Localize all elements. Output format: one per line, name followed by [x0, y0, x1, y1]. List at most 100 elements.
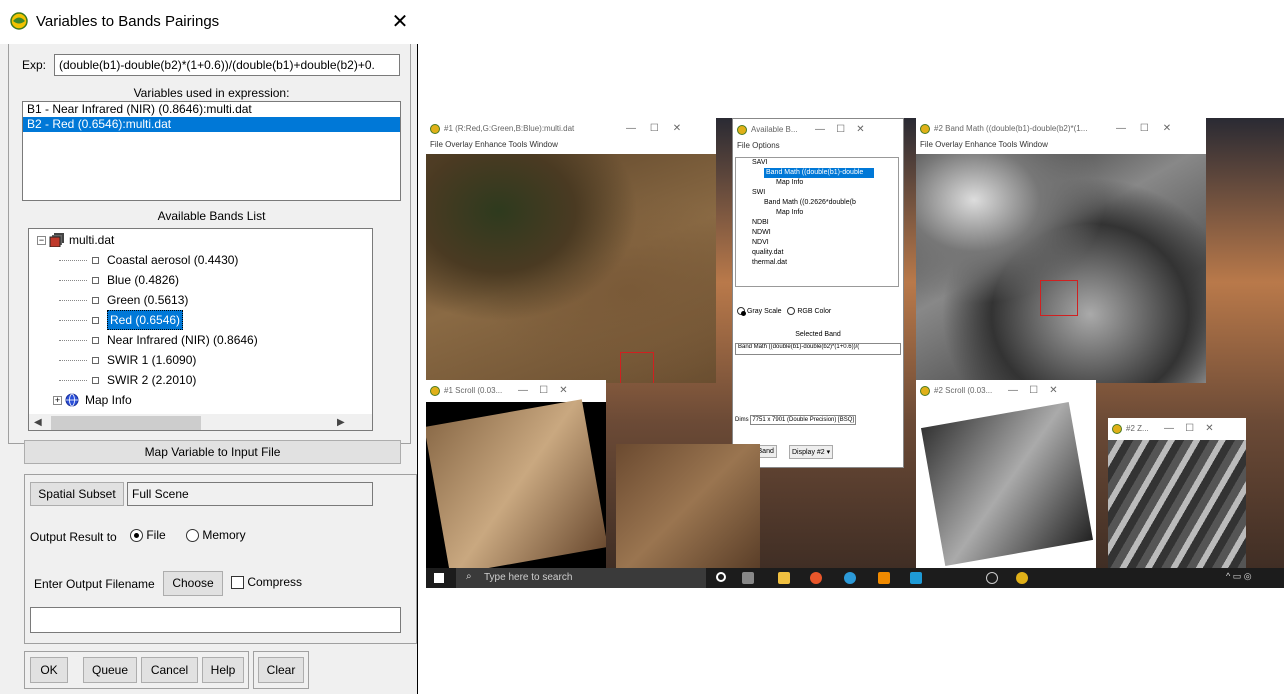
radio-selected-icon[interactable]: [130, 529, 143, 543]
output-filename-field[interactable]: [30, 607, 401, 633]
windows-taskbar: Type here to search ⌕ ^ ▭ ◎: [426, 568, 1284, 588]
tree-file-node[interactable]: − multi.dat: [37, 231, 114, 249]
scroll2-window: #2 Scroll (0.03... — ☐ ✕: [916, 380, 1096, 570]
available-bands-window: Available B... — ☐ ✕ File Options SAVI B…: [732, 118, 904, 468]
window-controls-icon[interactable]: — ☐ ✕: [1008, 380, 1058, 402]
tree-band-item[interactable]: Green (0.5613): [59, 291, 188, 309]
variables-list[interactable]: B1 - Near Infrared (NIR) (0.8646):multi.…: [22, 101, 401, 201]
variable-item[interactable]: B1 - Near Infrared (NIR) (0.8646):multi.…: [23, 102, 400, 117]
output-memory-radio[interactable]: Memory: [186, 528, 246, 543]
map-variable-button[interactable]: Map Variable to Input File: [24, 440, 401, 464]
dims-row: Dims 7751 x 7901 (Double Precision) [BSQ…: [735, 415, 857, 425]
tree-map-info[interactable]: + Map Info: [53, 391, 132, 409]
envi-app-icon: [1112, 424, 1122, 434]
output-filename-label: Enter Output Filename: [34, 577, 155, 591]
band-icon: [92, 316, 99, 324]
dialog-title: Variables to Bands Pairings: [36, 13, 220, 30]
embedded-screenshot: #1 (R:Red,G:Green,B:Blue):multi.dat — ☐ …: [426, 118, 1284, 588]
variables-to-bands-dialog: Variables to Bands Pairings ✕ Exp: (doub…: [0, 0, 418, 694]
display2-window: #2 Band Math ((double(b1)-double(b2)*(1.…: [916, 118, 1206, 383]
display2-menu: File Overlay Enhance Tools Window: [920, 140, 1048, 149]
clear-button[interactable]: Clear: [258, 657, 304, 683]
spatial-subset-button[interactable]: Spatial Subset: [30, 482, 124, 506]
collapse-icon[interactable]: −: [37, 235, 46, 245]
choose-button[interactable]: Choose: [163, 571, 223, 596]
available-bands-menu: File Options: [737, 141, 780, 150]
bands-list-label: Available Bands List: [157, 209, 266, 223]
radio-icon[interactable]: [787, 307, 796, 315]
display2-image[interactable]: [916, 154, 1206, 383]
scroll-right-icon[interactable]: ▶: [337, 417, 345, 428]
compress-checkbox[interactable]: Compress: [231, 575, 302, 590]
zoom2-window: #2 Z... — ☐ ✕: [1108, 418, 1246, 568]
close-icon[interactable]: ✕: [388, 9, 412, 34]
expression-field[interactable]: (double(b1)-double(b2)*(1+0.6))/(double(…: [54, 54, 400, 76]
dialog-titlebar[interactable]: Variables to Bands Pairings ✕: [0, 0, 418, 44]
telegram-icon[interactable]: [844, 572, 856, 584]
band-icon: [92, 256, 99, 264]
zoom-box[interactable]: [1040, 280, 1078, 316]
scroll1-image[interactable]: [426, 399, 606, 570]
taskbar-search[interactable]: Type here to search: [456, 568, 706, 588]
display1-window: #1 (R:Red,G:Green,B:Blue):multi.dat — ☐ …: [426, 118, 716, 383]
zoom2-image[interactable]: [1108, 440, 1246, 568]
band-icon: [92, 376, 99, 384]
vlc-icon[interactable]: [878, 572, 890, 584]
tree-band-item[interactable]: SWIR 1 (1.6090): [59, 351, 196, 369]
globe-app-icon[interactable]: [986, 572, 998, 584]
expand-icon[interactable]: +: [53, 395, 62, 405]
window-controls-icon[interactable]: — ☐ ✕: [1116, 118, 1171, 140]
variable-item-selected[interactable]: B2 - Red (0.6546):multi.dat: [23, 117, 400, 132]
tree-band-item[interactable]: Near Infrared (NIR) (0.8646): [59, 331, 258, 349]
system-tray-icon[interactable]: ^ ▭ ◎: [1226, 571, 1252, 582]
band-icon: [92, 296, 99, 304]
cancel-button[interactable]: Cancel: [141, 657, 198, 683]
checkbox-icon[interactable]: [231, 576, 244, 590]
available-bands-mini-tree[interactable]: SAVI Band Math ((double(b1)-double Map I…: [735, 157, 899, 287]
task-view-icon[interactable]: [742, 572, 754, 584]
chevron-down-icon: ▾: [826, 449, 831, 456]
expression-label: Exp:: [22, 58, 47, 72]
tree-band-item-selected[interactable]: Red (0.6546): [59, 310, 184, 330]
expression-row: Exp: (double(b1)-double(b2)*(1+0.6))/(do…: [22, 53, 400, 77]
scroll2-title: #2 Scroll (0.03...: [916, 380, 1096, 402]
display1-image[interactable]: [426, 154, 716, 383]
window-controls-icon[interactable]: — ☐ ✕: [626, 118, 681, 140]
help-button[interactable]: Help: [202, 657, 244, 683]
firefox-icon[interactable]: [810, 572, 822, 584]
tree-band-item[interactable]: SWIR 2 (2.2010): [59, 371, 196, 389]
tree-band-item[interactable]: Coastal aerosol (0.4430): [59, 251, 238, 269]
skype-icon[interactable]: [910, 572, 922, 584]
envi-app-icon: [10, 12, 28, 30]
variables-label: Variables used in expression:: [133, 86, 290, 100]
envi-app-icon: [920, 124, 930, 134]
tree-file-label: multi.dat: [69, 233, 115, 247]
envi-app-icon: [737, 125, 747, 135]
globe-icon: [65, 393, 79, 407]
radio-icon[interactable]: [186, 529, 199, 543]
cortana-icon[interactable]: [716, 572, 726, 582]
queue-button[interactable]: Queue: [83, 657, 137, 683]
envi-app-icon: [430, 124, 440, 134]
window-controls-icon[interactable]: — ☐ ✕: [1164, 418, 1214, 440]
available-bands-tree[interactable]: − multi.dat Coastal aerosol (0.4430) Blu…: [28, 228, 373, 431]
window-controls-icon[interactable]: — ☐ ✕: [518, 380, 568, 402]
display-menu-button[interactable]: Display #2 ▾: [789, 445, 834, 459]
envi-app-icon: [920, 386, 930, 396]
envi-taskbar-icon[interactable]: [1016, 572, 1028, 584]
scroll-thumb[interactable]: [51, 416, 201, 430]
scroll2-image[interactable]: [916, 402, 1096, 570]
tree-band-item[interactable]: Blue (0.4826): [59, 271, 179, 289]
zoom1-image[interactable]: [616, 444, 760, 568]
bands-horizontal-scrollbar[interactable]: ◀ ▶: [29, 414, 372, 430]
window-controls-icon[interactable]: — ☐ ✕: [815, 119, 865, 141]
output-file-radio[interactable]: File: [130, 528, 166, 543]
windows-start-icon[interactable]: [434, 573, 444, 583]
search-icon: ⌕: [466, 571, 472, 582]
radio-selected-icon[interactable]: [737, 307, 746, 316]
ok-button[interactable]: OK: [30, 657, 68, 683]
file-explorer-icon[interactable]: [778, 572, 790, 584]
spatial-subset-field: Full Scene: [127, 482, 373, 506]
zoom-box[interactable]: [620, 352, 654, 383]
scroll-left-icon[interactable]: ◀: [34, 417, 42, 428]
